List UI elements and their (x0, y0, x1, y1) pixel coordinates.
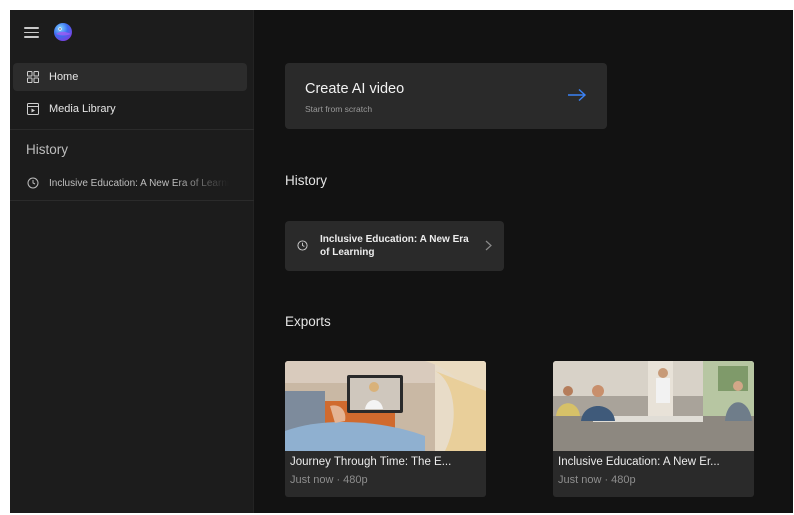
video-thumbnail (553, 361, 754, 451)
sidebar-history-heading: History (26, 142, 69, 157)
exports-heading: Exports (285, 314, 331, 329)
export-title: Inclusive Education: A New Er... (558, 456, 720, 468)
clock-icon (297, 240, 308, 251)
sidebar-item-label: Home (49, 71, 79, 83)
sidebar-history-item[interactable]: Inclusive Education: A New Era of Learni… (13, 172, 247, 194)
history-item-card[interactable]: Inclusive Education: A New Era of Learni… (285, 221, 504, 271)
export-meta: Just now · 480p (290, 474, 368, 486)
arrow-right-icon (568, 88, 587, 102)
sidebar: Home Media Library History Inclusive Edu… (10, 10, 254, 513)
clock-icon (27, 177, 39, 189)
sidebar-history-label: Inclusive Education: A New Era of Learni… (49, 177, 229, 189)
history-heading: History (285, 173, 328, 188)
sidebar-item-media-library[interactable]: Media Library (13, 95, 247, 123)
hamburger-menu-icon[interactable] (24, 26, 39, 38)
create-subtitle: Start from scratch (305, 104, 373, 114)
grid-icon (27, 71, 39, 83)
sidebar-divider (10, 129, 254, 130)
sidebar-item-label: Media Library (49, 103, 116, 115)
media-library-icon (27, 103, 39, 115)
export-card[interactable]: Inclusive Education: A New Er... Just no… (553, 361, 754, 497)
chevron-right-icon (485, 240, 492, 251)
sidebar-divider (10, 200, 254, 201)
history-item-label: Inclusive Education: A New Era of Learni… (320, 234, 469, 258)
app-window: Home Media Library History Inclusive Edu… (10, 10, 793, 513)
export-meta: Just now · 480p (558, 474, 636, 486)
sidebar-item-home[interactable]: Home (13, 63, 247, 91)
app-logo-icon (54, 23, 72, 41)
sidebar-header (24, 22, 73, 42)
video-thumbnail (285, 361, 486, 451)
export-card[interactable]: Journey Through Time: The E... Just now … (285, 361, 486, 497)
export-title: Journey Through Time: The E... (290, 456, 452, 468)
create-ai-video-card[interactable]: Create AI video Start from scratch (285, 63, 607, 129)
create-title: Create AI video (305, 81, 405, 97)
